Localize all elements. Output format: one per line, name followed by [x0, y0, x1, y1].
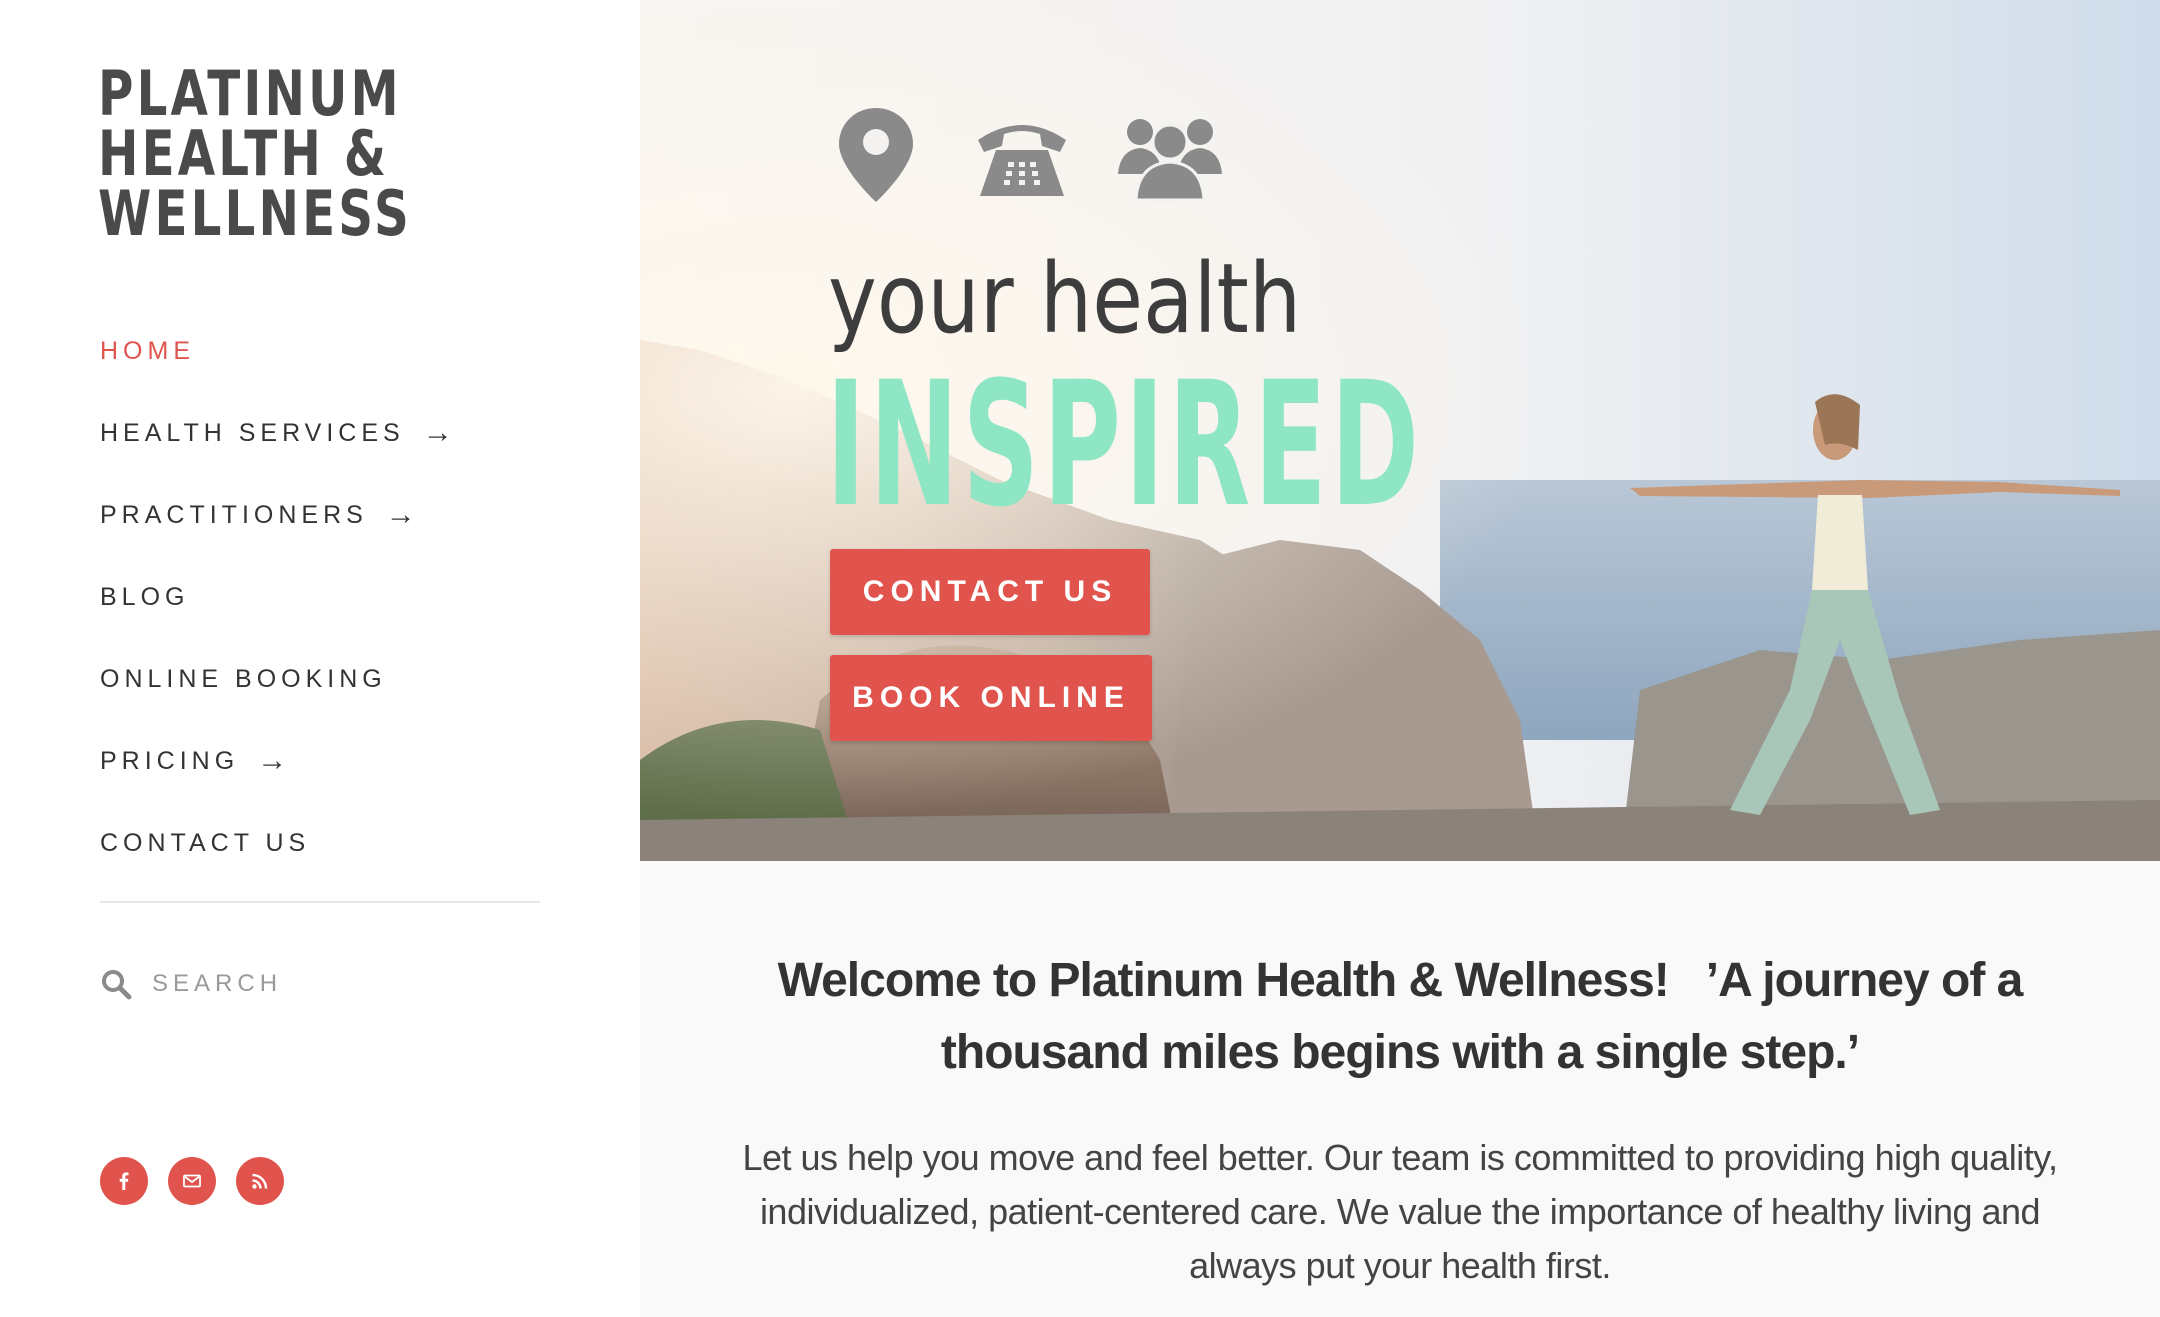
- nav-item-blog[interactable]: BLOG: [100, 556, 453, 638]
- site-logo[interactable]: PLATINUM HEALTH & WELLNESS: [98, 57, 412, 250]
- nav-item-home[interactable]: HOME: [100, 310, 453, 392]
- nav-item-online-booking[interactable]: ONLINE BOOKING: [100, 638, 453, 720]
- rss-button[interactable]: [236, 1157, 284, 1205]
- nav-item-label: BLOG: [100, 582, 190, 611]
- telephone-icon[interactable]: [972, 116, 1072, 202]
- nav-item-label: ONLINE BOOKING: [100, 664, 387, 693]
- logo-line-2: HEALTH &: [98, 117, 390, 190]
- sidebar: PLATINUM HEALTH & WELLNESS HOME HEALTH S…: [0, 0, 640, 1317]
- arrow-right-icon: →: [257, 744, 288, 777]
- group-icon[interactable]: [1118, 112, 1222, 202]
- page: PLATINUM HEALTH & WELLNESS HOME HEALTH S…: [0, 0, 2160, 1317]
- map-pin-icon[interactable]: [836, 106, 916, 204]
- mail-icon: [183, 1174, 201, 1188]
- sidebar-divider: [100, 901, 540, 903]
- welcome-heading: Welcome to Platinum Health & Wellness! ’…: [777, 954, 2035, 1079]
- logo-line-1: PLATINUM: [98, 57, 402, 130]
- facebook-icon: [119, 1172, 129, 1190]
- search-input[interactable]: [152, 970, 452, 998]
- facebook-button[interactable]: [100, 1157, 148, 1205]
- hero-contact-icons: [836, 106, 1236, 206]
- intro-paragraph: Let us help you move and feel better. Ou…: [742, 1137, 2058, 1286]
- nav-item-label: CONTACT US: [100, 828, 311, 857]
- hero-title: INSPIRED: [826, 344, 1423, 545]
- nav-item-practitioners[interactable]: PRACTITIONERS →: [100, 474, 453, 556]
- nav-item-label: HEALTH SERVICES: [100, 418, 405, 447]
- arrow-right-icon: →: [385, 498, 416, 531]
- welcome-section: Welcome to Platinum Health & Wellness! ’…: [640, 861, 2160, 1317]
- contact-us-button[interactable]: CONTACT US: [830, 549, 1150, 635]
- rss-icon: [252, 1173, 268, 1189]
- hero-banner: your health INSPIRED CONTACT US BOOK ONL…: [640, 0, 2160, 861]
- email-button[interactable]: [168, 1157, 216, 1205]
- arrow-right-icon: →: [422, 416, 453, 449]
- logo-line-3: WELLNESS: [98, 177, 412, 250]
- nav-item-contact-us[interactable]: CONTACT US: [100, 802, 453, 884]
- search-icon[interactable]: [100, 968, 132, 1000]
- social-links: [100, 1157, 304, 1205]
- search-bar: [100, 968, 452, 1000]
- nav-item-label: HOME: [100, 336, 195, 365]
- nav-item-health-services[interactable]: HEALTH SERVICES →: [100, 392, 453, 474]
- book-online-button[interactable]: BOOK ONLINE: [830, 655, 1152, 741]
- nav-item-label: PRICING: [100, 746, 240, 775]
- main-nav: HOME HEALTH SERVICES → PRACTITIONERS → B…: [100, 310, 453, 884]
- nav-item-pricing[interactable]: PRICING →: [100, 720, 453, 802]
- hero-tagline: your health: [828, 243, 1302, 355]
- nav-item-label: PRACTITIONERS: [100, 500, 368, 529]
